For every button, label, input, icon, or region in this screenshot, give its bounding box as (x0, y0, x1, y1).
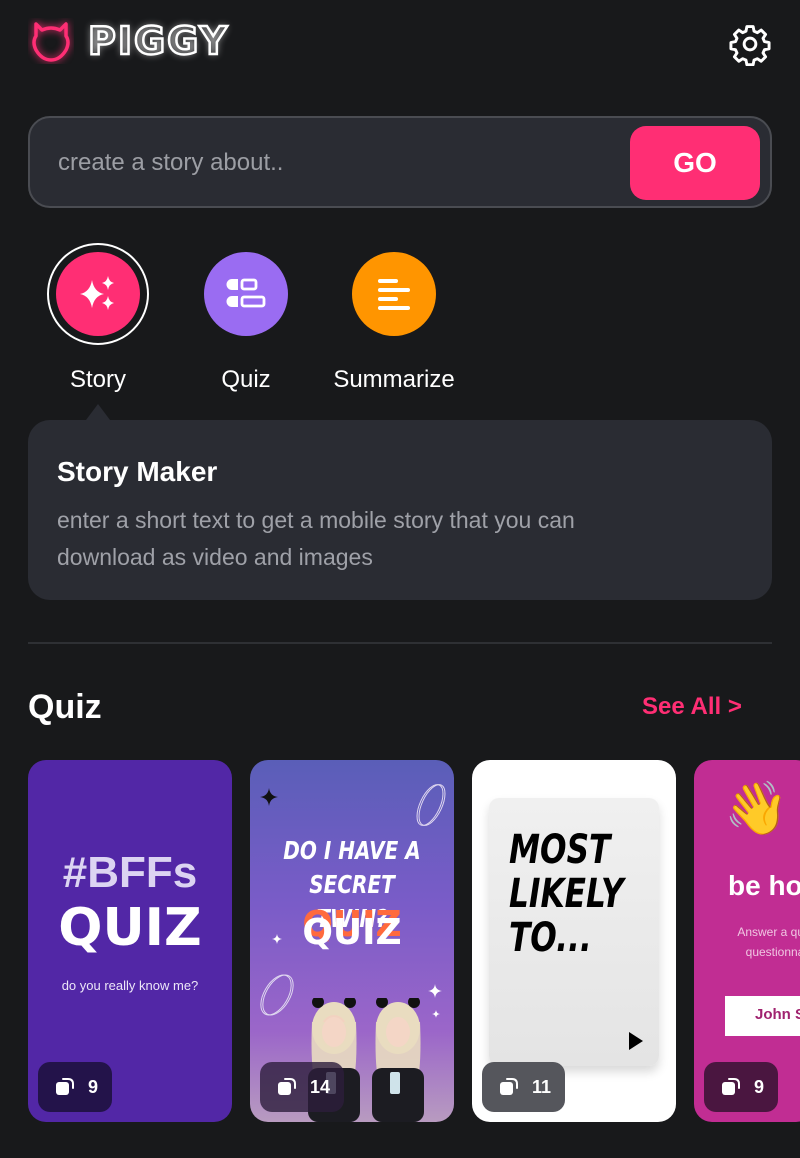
sparkle-decoration-icon (260, 788, 278, 806)
app-logo: PIGGY (28, 18, 229, 64)
mode-label: Story (69, 366, 126, 393)
slides-icon (500, 1078, 518, 1095)
quiz-section-title: Quiz (28, 688, 102, 726)
app-name: PIGGY (87, 18, 230, 65)
slide-count-badge: 11 (482, 1062, 566, 1112)
slide-count-badge: 9 (704, 1062, 779, 1112)
mode-label: Summarize (333, 366, 455, 393)
mode-quiz[interactable]: Quiz (176, 252, 316, 394)
ring-decoration-icon (260, 974, 294, 1016)
quiz-card[interactable]: #BFFs QUIZ do you really know me? 9 (28, 760, 232, 1122)
header: PIGGY (0, 0, 800, 90)
slides-icon (722, 1078, 740, 1095)
align-left-icon (378, 279, 410, 310)
slide-count-badge: 9 (38, 1062, 113, 1112)
card-subtitle: Answer a quic questionna (737, 925, 800, 959)
quiz-card[interactable]: MOST LIKELY TO... 11 (472, 760, 676, 1122)
summarize-mode-circle (352, 252, 436, 336)
card-name-field: John S (725, 996, 800, 1036)
slide-count: 9 (754, 1076, 765, 1097)
waving-hand-icon: 👋 (724, 780, 789, 838)
sparkles-icon (80, 276, 114, 310)
slide-count: 9 (88, 1076, 99, 1097)
go-button[interactable]: GO (630, 126, 760, 200)
see-all-link[interactable]: See All > (642, 693, 742, 721)
slide-count: 11 (532, 1076, 552, 1097)
card-hashtag: #BFFs (62, 848, 198, 897)
slide-count: 14 (310, 1076, 331, 1097)
info-description: enter a short text to get a mobile story… (57, 507, 575, 570)
slides-icon (278, 1078, 296, 1095)
info-title: Story Maker (57, 456, 218, 487)
story-mode-circle (47, 243, 149, 345)
card-subtitle: do you really know me? (61, 978, 199, 993)
sparkle-decoration-icon (428, 984, 442, 998)
story-search-bar: GO (28, 116, 772, 208)
card-title: MOST LIKELY TO... (509, 827, 624, 961)
play-icon (629, 1032, 643, 1050)
quiz-list-icon (226, 278, 266, 308)
story-topic-input[interactable] (58, 138, 618, 188)
ring-decoration-icon (416, 784, 446, 826)
slide-count-badge: 14 (260, 1062, 345, 1112)
card-tag: QUIZ (302, 912, 402, 953)
card-title: be ho (728, 870, 800, 901)
quiz-card[interactable]: DO I HAVE A SECRET TWIN? QUIZ 14 (250, 760, 454, 1122)
info-pointer (86, 404, 110, 420)
mode-summarize[interactable]: Summarize (324, 252, 464, 394)
gear-icon[interactable] (728, 22, 772, 66)
section-divider (28, 642, 772, 644)
pig-outline-icon (32, 22, 70, 62)
quiz-mode-circle (204, 252, 288, 336)
quiz-card[interactable]: 👋 be ho Answer a quic questionna John S … (694, 760, 800, 1122)
mode-label: Quiz (221, 366, 271, 393)
card-title: QUIZ (58, 898, 202, 958)
card-preview: MOST LIKELY TO... (489, 798, 659, 1066)
slides-icon (56, 1078, 74, 1095)
mode-info-card: Story Maker enter a short text to get a … (28, 420, 772, 600)
mode-story[interactable]: Story (28, 243, 168, 394)
